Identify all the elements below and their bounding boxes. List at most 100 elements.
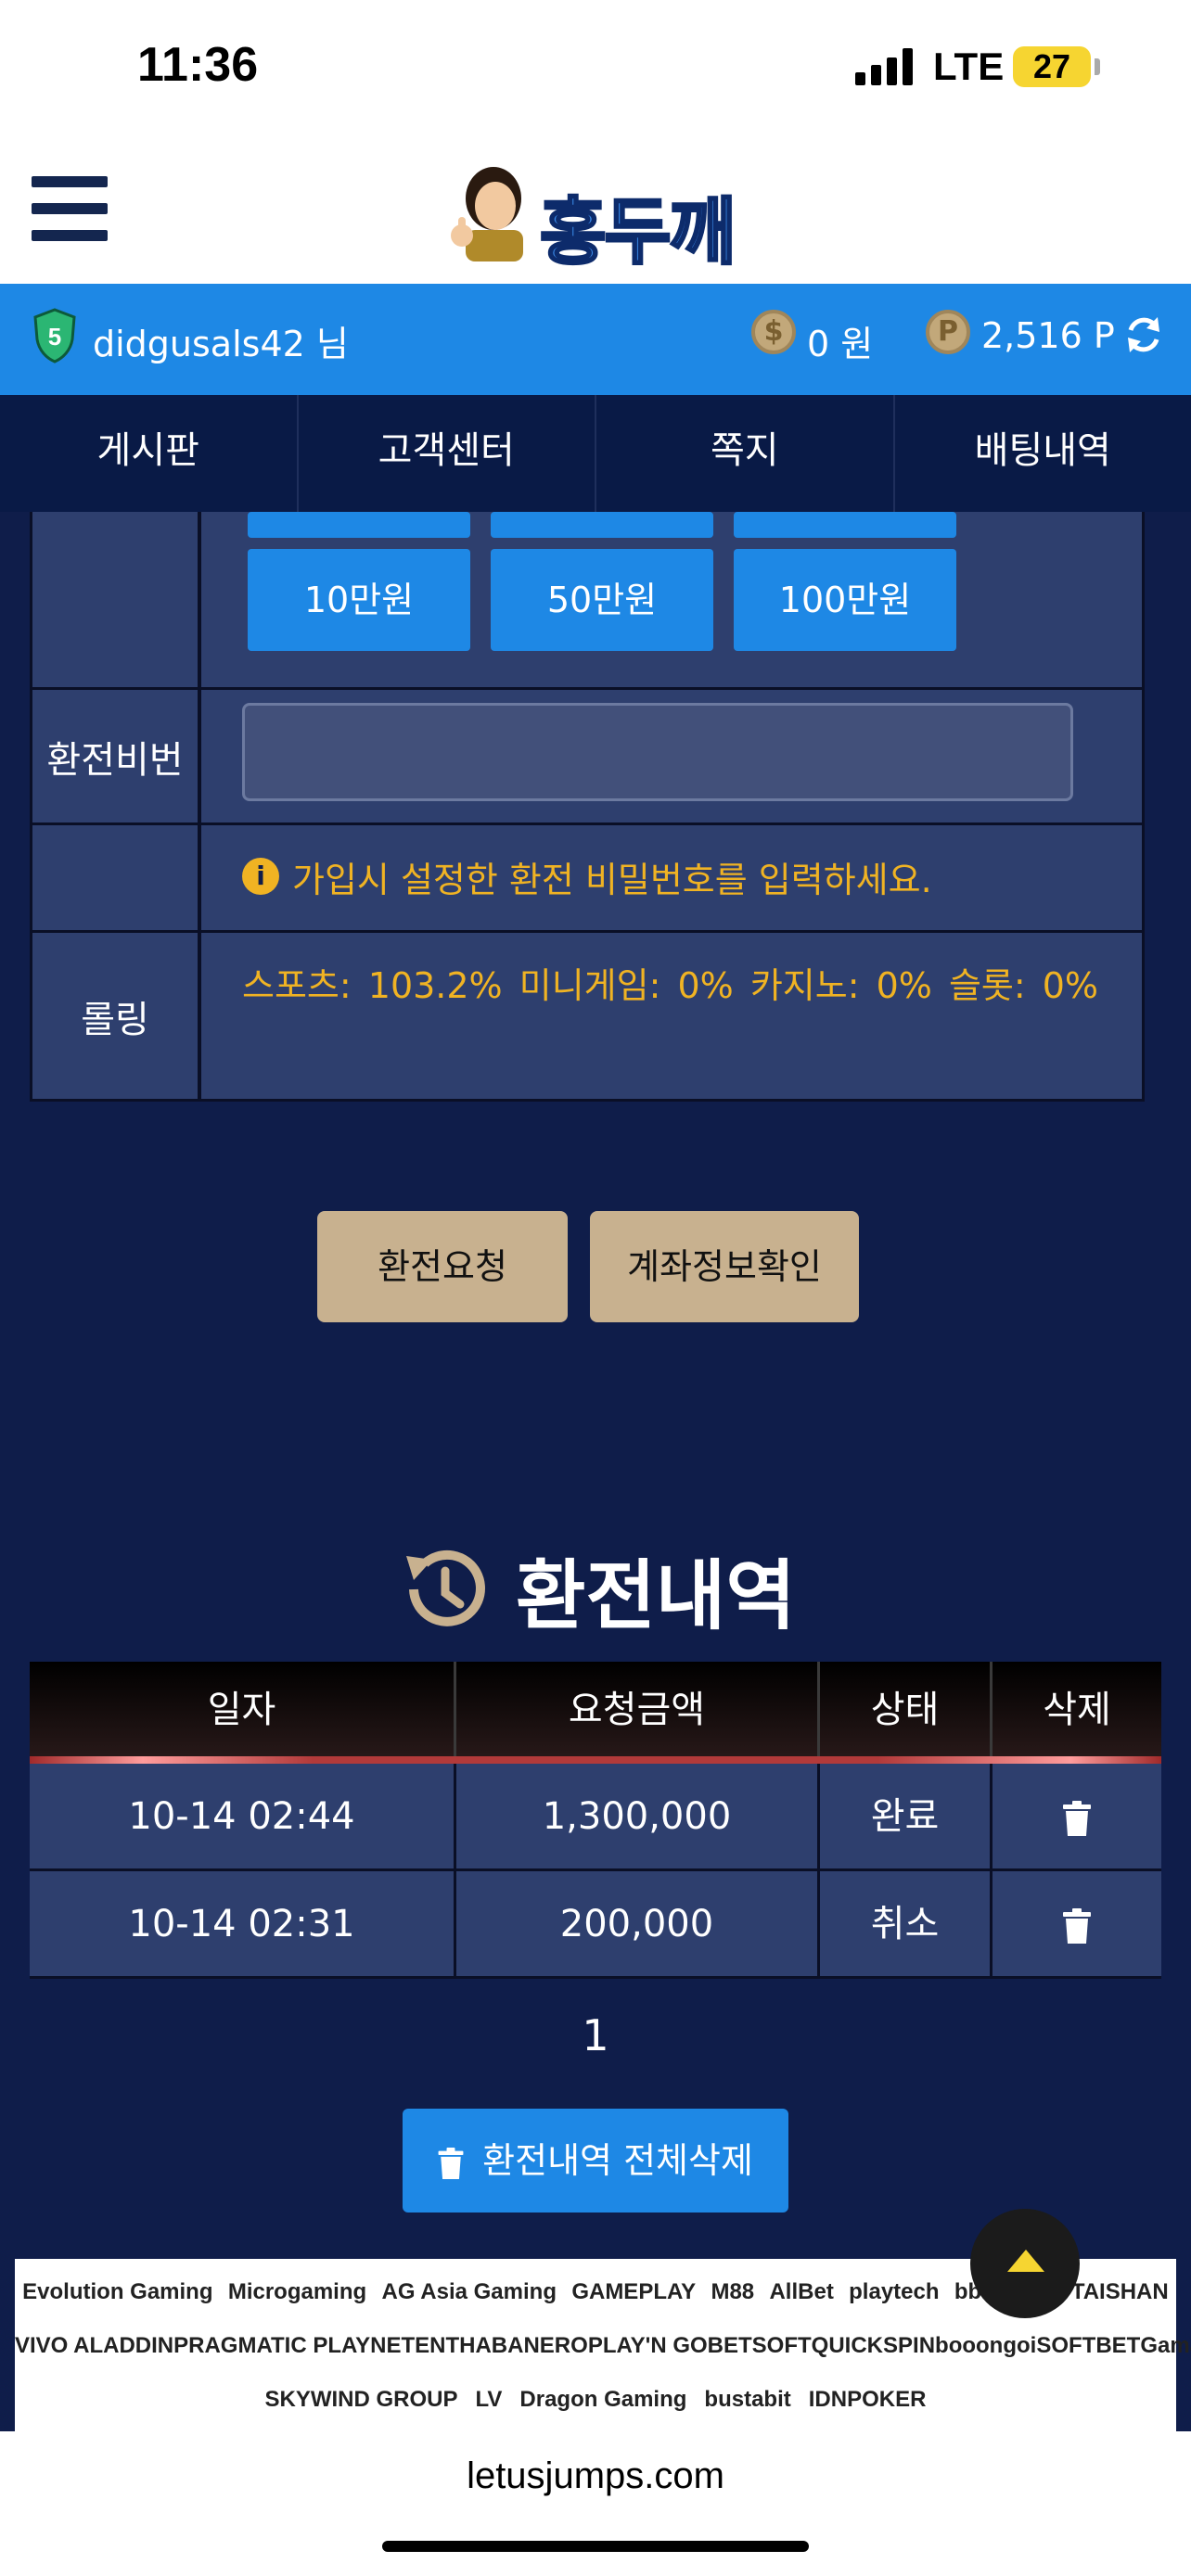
row-delete-cell (992, 1764, 1161, 1868)
provider-logo: M88 (711, 2279, 755, 2304)
trash-icon (438, 2147, 464, 2179)
row-amount: 1,300,000 (456, 1764, 820, 1868)
provider-logo: BETSOFT (707, 2333, 812, 2358)
home-indicator[interactable] (382, 2541, 809, 2552)
arrow-up-icon (1007, 2250, 1044, 2272)
hint-row: i 가입시 설정한 환전 비밀번호를 입력하세요. (30, 825, 1145, 933)
history-table: 일자 요청금액 상태 삭제 10-14 02:44 1,300,000 완료 1… (30, 1662, 1161, 1979)
status-time: 11:36 (137, 38, 259, 92)
provider-logo: iSOFTBET (1030, 2333, 1141, 2358)
history-heading: 환전내역 (393, 1534, 796, 1644)
provider-logo: GAMEPLAY (571, 2279, 697, 2304)
rolling-text: 스포츠: 103.2% 미니게임: 0% 카지노: 0% 슬롯: 0% (242, 965, 1099, 1006)
user-bar: 5 didgusals42 님 $ 0 원 P 2,516 P (0, 284, 1191, 395)
password-hint: i 가입시 설정한 환전 비밀번호를 입력하세요. (242, 825, 1101, 927)
rolling-row: 롤링 스포츠: 103.2% 미니게임: 0% 카지노: 0% 슬롯: 0% (30, 933, 1145, 1102)
table-row: 10-14 02:31 200,000 취소 (30, 1871, 1161, 1979)
pagination: 1 (0, 2010, 1191, 2060)
row-status: 완료 (820, 1764, 992, 1868)
provider-logo: PRAGMATIC PLAY (173, 2333, 371, 2358)
hint-label (32, 825, 201, 930)
row-amount: 200,000 (456, 1871, 820, 1976)
column-amount: 요청금액 (456, 1662, 820, 1764)
row-date: 10-14 02:31 (30, 1871, 456, 1976)
amount-button-1m[interactable]: 100만원 (734, 549, 956, 651)
column-status: 상태 (820, 1662, 992, 1764)
provider-logo: LV (475, 2387, 503, 2412)
provider-logo: Gamatron (1140, 2333, 1191, 2358)
column-date: 일자 (30, 1662, 456, 1764)
money-balance: 0 원 (807, 324, 874, 364)
nav-item-support[interactable]: 고객센터 (299, 395, 596, 512)
history-title: 환전내역 (516, 1552, 796, 1640)
amount-button-partial[interactable] (734, 512, 956, 538)
nav-item-bet-history[interactable]: 배팅내역 (895, 395, 1191, 512)
delete-all-button[interactable]: 환전내역 전체삭제 (403, 2109, 788, 2213)
mascot-icon (451, 167, 523, 261)
scroll-top-button[interactable] (970, 2209, 1080, 2318)
address-bar[interactable]: letusjumps.com (0, 2455, 1191, 2497)
row-delete-cell (992, 1871, 1161, 1976)
browser-bar: letusjumps.com (0, 2431, 1191, 2576)
row-status: 취소 (820, 1871, 992, 1976)
trash-icon[interactable] (1063, 1908, 1091, 1944)
provider-logo: playtech (849, 2279, 940, 2304)
level-number: 5 (48, 323, 61, 351)
column-delete: 삭제 (1043, 1689, 1111, 1731)
level-shield-icon: 5 (33, 308, 76, 363)
provider-logo: booongo (935, 2333, 1031, 2358)
money-coin-icon: $ (751, 310, 796, 354)
signal-icon (855, 46, 913, 85)
provider-logo: IDNPOKER (808, 2387, 927, 2412)
nav-item-board[interactable]: 게시판 (0, 395, 299, 512)
provider-logo: HABANERO (459, 2333, 588, 2358)
row-date: 10-14 02:44 (30, 1764, 456, 1868)
account-info-button[interactable]: 계좌정보확인 (590, 1211, 859, 1322)
status-bar: 11:36 LTE 27 (0, 0, 1191, 139)
provider-logo: AG Asia Gaming (381, 2279, 557, 2304)
withdraw-request-button[interactable]: 환전요청 (317, 1211, 568, 1322)
delete-all-label: 환전내역 전체삭제 (482, 2140, 753, 2181)
table-row: 10-14 02:44 1,300,000 완료 (30, 1764, 1161, 1871)
table-header: 일자 요청금액 상태 삭제 (30, 1662, 1161, 1764)
rolling-label: 롤링 (32, 933, 201, 1099)
password-label: 환전비번 (32, 690, 201, 823)
site-logo[interactable]: 홍두깨 (430, 158, 764, 276)
withdraw-form: 10만원 50만원 100만원 환전비번 i 가입시 설정한 환전 비밀번호를 … (30, 512, 1145, 1102)
refresh-icon[interactable] (1122, 313, 1165, 356)
provider-logo: bustabit (704, 2387, 791, 2412)
provider-logo: SKYWIND GROUP (264, 2387, 458, 2412)
provider-row-3: SKYWIND GROUP LV Dragon Gaming bustabit … (15, 2374, 1176, 2426)
trash-icon[interactable] (1063, 1801, 1091, 1836)
provider-logo: Dragon Gaming (519, 2387, 687, 2412)
withdraw-password-input[interactable] (242, 703, 1073, 801)
provider-logo: Evolution Gaming (22, 2279, 213, 2304)
battery-tip (1095, 58, 1100, 75)
main-nav: 게시판 고객센터 쪽지 배팅내역 (0, 395, 1191, 512)
site-header: 홍두깨 (0, 139, 1191, 284)
provider-logo: Microgaming (227, 2279, 367, 2304)
provider-logo: TAISHAN (1070, 2279, 1169, 2304)
point-balance: 2,516 P (981, 315, 1115, 356)
history-icon (406, 1549, 485, 1626)
network-type: LTE (933, 45, 1005, 88)
provider-row-2: VIVO ALADDIN PRAGMATIC PLAY NETENT HABAN… (15, 2320, 1191, 2372)
amount-row: 10만원 50만원 100만원 (30, 512, 1145, 690)
page-number[interactable]: 1 (582, 2010, 608, 2060)
amount-button-500k[interactable]: 50만원 (491, 549, 713, 651)
username: didgusals42 님 (93, 324, 349, 364)
amount-button-partial[interactable] (491, 512, 713, 538)
info-icon: i (242, 858, 279, 895)
battery-icon: 27 (1013, 46, 1091, 87)
provider-logo: PLAY'N GO (587, 2333, 708, 2358)
menu-icon[interactable] (32, 176, 108, 241)
provider-logo: AllBet (769, 2279, 834, 2304)
password-row: 환전비번 (30, 690, 1145, 825)
logo-text: 홍두깨 (538, 190, 736, 276)
amount-button-partial[interactable] (248, 512, 470, 538)
provider-logo: VIVO ALADDIN (15, 2333, 174, 2358)
amount-label (32, 512, 201, 687)
nav-item-messages[interactable]: 쪽지 (596, 395, 895, 512)
header-glow (30, 1756, 1161, 1764)
amount-button-100k[interactable]: 10만원 (248, 549, 470, 651)
